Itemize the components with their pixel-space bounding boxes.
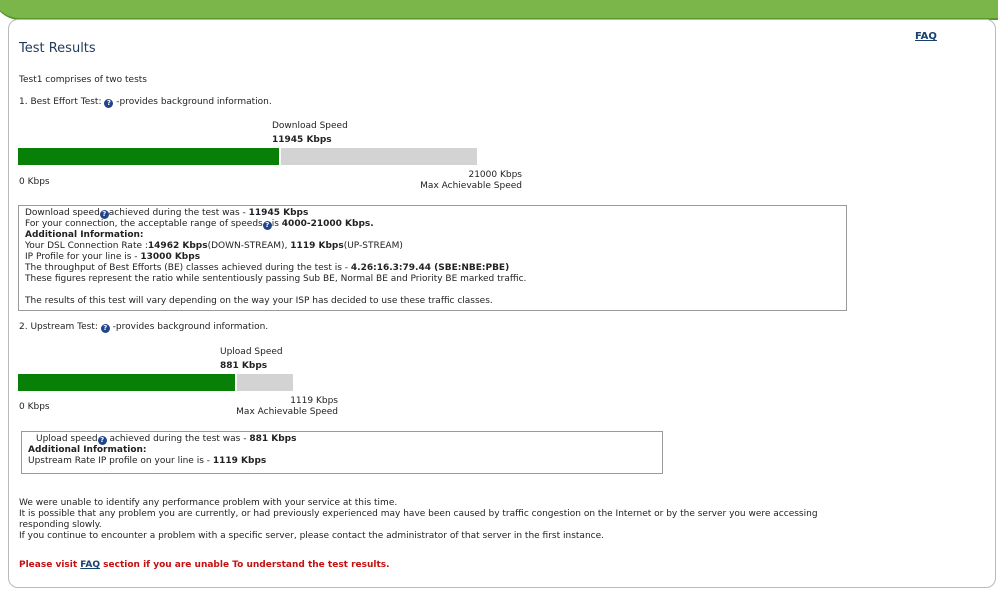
upload-bar-title: Upload Speed — [220, 347, 283, 357]
test2-label: 2. Upstream Test: — [19, 322, 98, 332]
help-icon[interactable]: ? — [104, 99, 114, 108]
detail-line: IP Profile for your line is - 13000 Kbps — [25, 252, 201, 262]
upload-details-box: Upload speed? achieved during the test w… — [21, 431, 663, 474]
upload-speed-bar — [18, 374, 293, 391]
test2-help-text: -provides background information. — [112, 322, 269, 332]
summary-line: responding slowly. — [19, 520, 102, 530]
download-bar-value: 11945 Kbps — [272, 135, 332, 145]
faq-notice-link[interactable]: FAQ — [80, 560, 100, 570]
upload-min-label: 0 Kbps — [19, 402, 50, 412]
detail-line: Additional Information: — [28, 445, 147, 455]
download-speed-bar — [18, 148, 477, 165]
test1-label: 1. Best Effort Test: — [19, 97, 102, 107]
help-icon[interactable]: ? — [97, 436, 107, 445]
detail-line: Upload speed? achieved during the test w… — [36, 434, 297, 445]
upload-max-label: 1119 Kbps — [290, 396, 338, 406]
detail-line: Additional Information: — [25, 230, 144, 240]
faq-notice-suffix: section if you are unable To understand … — [100, 560, 390, 570]
detail-line: Download speed? achieved during the test … — [25, 208, 309, 219]
summary-line: If you continue to encounter a problem w… — [19, 531, 604, 541]
upload-bar-value: 881 Kbps — [220, 361, 268, 371]
upload-bar-fill — [18, 374, 235, 391]
download-max-label: 21000 Kbps — [468, 170, 522, 180]
intro-text: Test1 comprises of two tests — [19, 75, 147, 85]
results-panel: FAQ Test Results Test1 comprises of two … — [8, 19, 996, 588]
upload-bar-remaining — [237, 374, 293, 391]
detail-line: These figures represent the ratio while … — [25, 274, 527, 284]
detail-line: Your DSL Connection Rate :14962 Kbps(DOW… — [25, 241, 403, 251]
download-bar-fill — [18, 148, 279, 165]
summary-line: We were unable to identify any performan… — [19, 498, 398, 508]
test1-help-text: -provides background information. — [116, 97, 272, 107]
help-icon[interactable]: ? — [99, 210, 109, 219]
test1-heading: 1. Best Effort Test: ? -provides backgro… — [19, 97, 272, 108]
header-band — [0, 0, 998, 20]
faq-notice-prefix: Please visit — [19, 560, 81, 570]
help-icon[interactable]: ? — [262, 221, 272, 230]
download-min-label: 0 Kbps — [19, 177, 50, 187]
help-icon[interactable]: ? — [100, 324, 110, 333]
faq-link[interactable]: FAQ — [915, 31, 937, 42]
summary-text: We were unable to identify any performan… — [19, 498, 818, 542]
faq-notice: Please visit FAQ section if you are unab… — [19, 560, 390, 570]
download-details-box: Download speed? achieved during the test … — [18, 205, 847, 311]
summary-line: It is possible that any problem you are … — [19, 509, 818, 519]
download-bar-title: Download Speed — [272, 121, 348, 131]
upload-max-caption: Max Achievable Speed — [236, 407, 338, 417]
page-title: Test Results — [19, 41, 96, 56]
detail-line: For your connection, the acceptable rang… — [25, 219, 374, 230]
download-bar-remaining — [281, 148, 477, 165]
detail-line: Upstream Rate IP profile on your line is… — [28, 456, 267, 466]
detail-line: The throughput of Best Efforts (BE) clas… — [25, 263, 510, 273]
download-max-caption: Max Achievable Speed — [420, 181, 522, 191]
test2-heading: 2. Upstream Test: ? -provides background… — [19, 322, 268, 333]
detail-line: The results of this test will vary depen… — [25, 296, 493, 306]
